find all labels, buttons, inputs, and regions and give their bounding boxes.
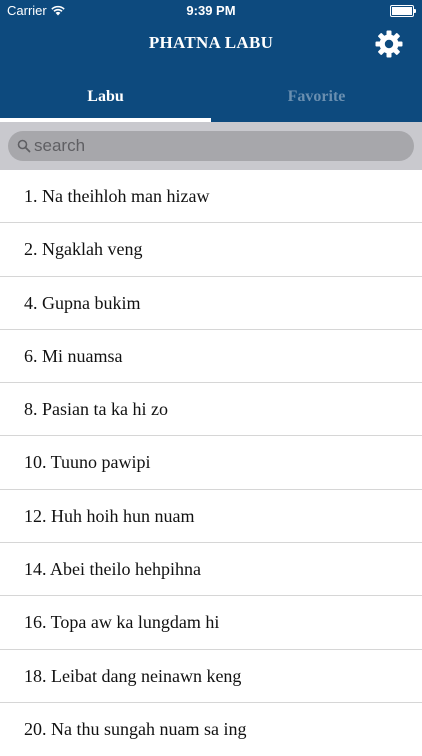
tab-bar: Labu Favorite [0, 80, 422, 122]
tab-favorite[interactable]: Favorite [211, 80, 422, 122]
song-title: 4. Gupna bukim [24, 292, 141, 313]
list-item[interactable]: 14. Abei theilo hehpihna [0, 543, 422, 597]
clock: 9:39 PM [186, 3, 236, 18]
gear-icon[interactable] [374, 29, 404, 59]
battery-fill [392, 7, 412, 15]
list-item[interactable]: 10. Tuuno pawipi [0, 436, 422, 490]
list-item[interactable]: 12. Huh hoih hun nuam [0, 490, 422, 544]
search-input[interactable] [34, 133, 404, 159]
battery-icon [390, 5, 416, 17]
song-title: 18. Leibat dang neinawn keng [24, 665, 242, 686]
list-item[interactable]: 6. Mi nuamsa [0, 330, 422, 384]
list-item[interactable]: 18. Leibat dang neinawn keng [0, 650, 422, 703]
song-title: 20. Na thu sungah nuam sa ing [24, 718, 247, 739]
search-icon [17, 139, 31, 153]
song-title: 2. Ngaklah veng [24, 239, 143, 260]
list-item[interactable]: 20. Na thu sungah nuam sa ing [0, 703, 422, 756]
song-title: 1. Na theihloh man hizaw [24, 186, 210, 206]
status-bar: Carrier 9:39 PM [0, 0, 422, 22]
song-title: 8. Pasian ta ka hi zo [24, 399, 168, 420]
list-item[interactable]: 2. Ngaklah veng [0, 223, 422, 277]
list-item[interactable]: 8. Pasian ta ka hi zo [0, 383, 422, 437]
song-list: 1. Na theihloh man hizaw 2. Ngaklah veng… [0, 170, 422, 756]
list-item[interactable]: 4. Gupna bukim [0, 277, 422, 330]
list-item[interactable]: 1. Na theihloh man hizaw [0, 170, 422, 224]
song-title: 6. Mi nuamsa [24, 345, 123, 366]
song-title: 10. Tuuno pawipi [24, 452, 151, 473]
song-title: 14. Abei theilo hehpihna [24, 559, 201, 580]
song-title: 16. Topa aw ka lungdam hi [24, 612, 220, 633]
list-item[interactable]: 16. Topa aw ka lungdam hi [0, 596, 422, 650]
song-title: 12. Huh hoih hun nuam [24, 505, 195, 526]
page-title: PHATNA LABU [148, 33, 274, 52]
tab-labu[interactable]: Labu [0, 80, 211, 122]
